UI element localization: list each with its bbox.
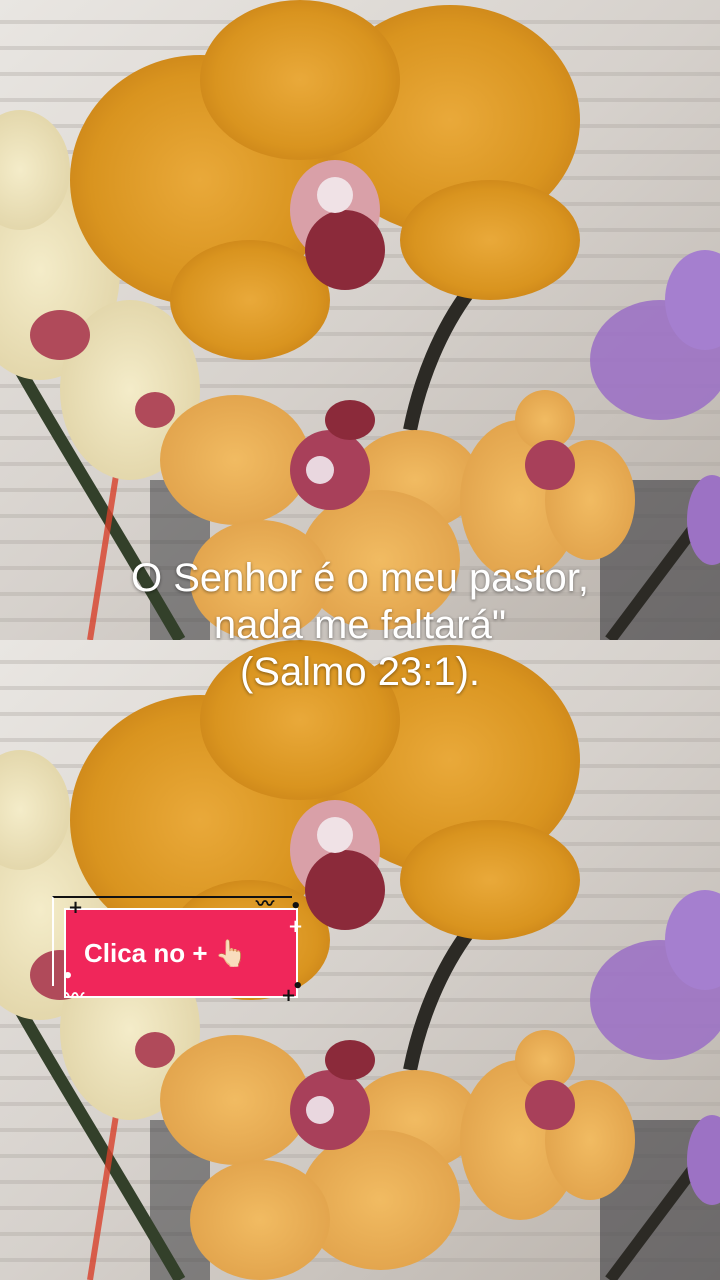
zigzag-icon: 〰: [256, 894, 274, 915]
cta-label: Clica no + 👆🏻: [84, 937, 248, 968]
caption-line-2: nada me faltará": [213, 603, 507, 648]
dot-icon: •: [292, 976, 304, 997]
zigzag-icon: 〰: [66, 986, 84, 1007]
dot-icon: •: [290, 896, 302, 917]
dot-icon: •: [62, 966, 74, 987]
caption-line-3: (Salmo 23:1).: [239, 650, 481, 695]
bible-verse-caption: O Senhor é o meu pastor, nada me faltará…: [0, 555, 720, 697]
caption-line-1: O Senhor é o meu pastor,: [130, 556, 590, 600]
plus-icon: +: [288, 916, 304, 937]
orchid-photo: [0, 0, 720, 640]
plus-icon: +: [68, 897, 84, 918]
cta-button[interactable]: Clica no + 👆🏻: [64, 908, 298, 998]
follow-cta-sticker[interactable]: Clica no + 👆🏻 + + + 〰 〰 • • •: [52, 894, 304, 1006]
photo-panel-top: [0, 0, 720, 640]
